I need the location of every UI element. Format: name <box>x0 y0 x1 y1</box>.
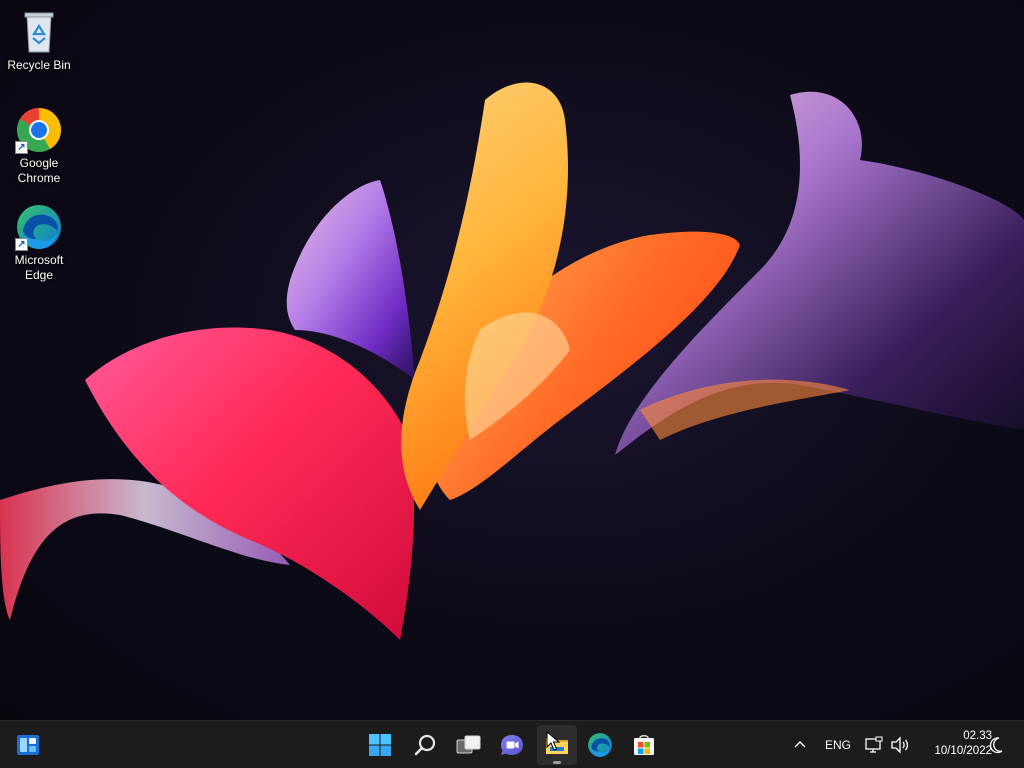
desktop-icon-label: Microsoft Edge <box>14 253 64 282</box>
focus-moon-icon <box>989 737 1003 754</box>
widgets-button[interactable] <box>8 725 48 765</box>
taskbar: ENG 02.33 10/10/2022 <box>0 720 1024 768</box>
search-icon <box>414 734 436 756</box>
clock-button[interactable]: 02.33 10/10/2022 <box>912 729 992 759</box>
windows-start-icon <box>369 734 391 756</box>
bloom-artwork <box>0 82 1024 640</box>
desktop-icon-google-chrome[interactable]: ↗ Google Chrome <box>2 106 76 186</box>
language-indicator: ENG <box>825 738 852 752</box>
clock-time: 02.33 <box>963 730 992 742</box>
edge-icon: ↗ <box>15 203 63 251</box>
task-view-icon <box>456 735 481 754</box>
network-icon <box>865 736 883 753</box>
widgets-icon <box>17 735 39 755</box>
notifications-button[interactable] <box>988 721 1006 768</box>
edge-icon <box>588 733 612 757</box>
chevron-up-icon <box>794 741 806 748</box>
chat-button[interactable] <box>492 725 532 765</box>
desktop-icon-microsoft-edge[interactable]: ↗ Microsoft Edge <box>2 203 76 283</box>
show-hidden-icons-button[interactable] <box>792 721 808 768</box>
taskbar-edge-button[interactable] <box>580 725 620 765</box>
desktop-wallpaper <box>0 0 1024 720</box>
clock-date: 10/10/2022 <box>934 745 992 757</box>
desktop-icon-recycle-bin[interactable]: Recycle Bin <box>2 8 76 73</box>
chrome-icon: ↗ <box>15 106 63 154</box>
chat-icon <box>501 735 523 755</box>
start-button[interactable] <box>360 725 400 765</box>
desktop-icon-label: Recycle Bin <box>7 58 71 72</box>
task-view-button[interactable] <box>449 725 489 765</box>
shortcut-arrow-icon: ↗ <box>15 238 28 251</box>
quick-settings-button[interactable] <box>864 721 910 768</box>
store-button[interactable] <box>624 725 664 765</box>
shortcut-arrow-icon: ↗ <box>15 141 28 154</box>
search-button[interactable] <box>405 725 445 765</box>
mouse-cursor-icon <box>546 731 560 751</box>
volume-icon <box>891 736 909 754</box>
recycle-bin-icon <box>15 8 63 56</box>
desktop-icon-label: Google Chrome <box>17 156 61 185</box>
input-language-button[interactable]: ENG <box>825 721 851 768</box>
store-icon <box>634 734 654 755</box>
